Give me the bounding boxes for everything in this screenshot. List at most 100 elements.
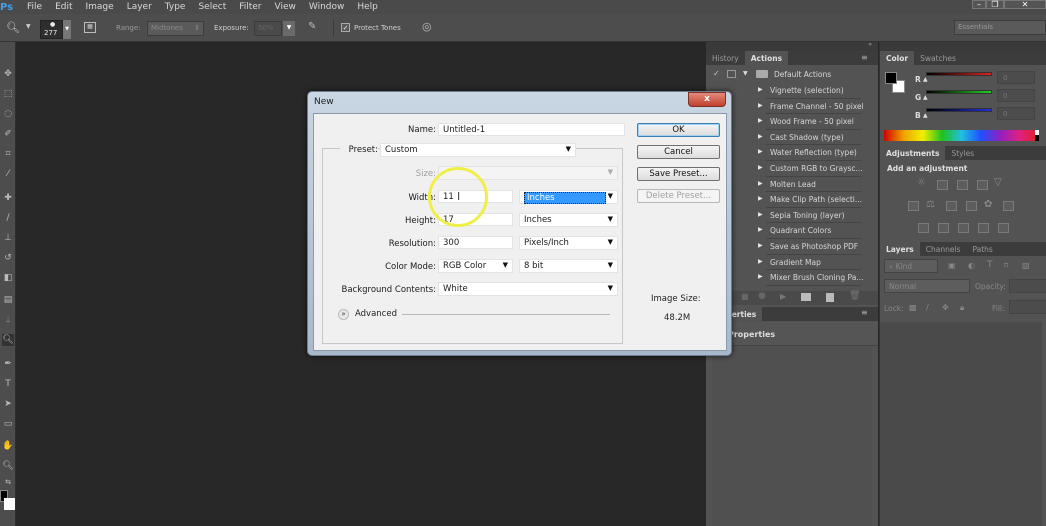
move-tool-icon[interactable]: ✥ (2, 68, 14, 80)
menu-edit[interactable]: Edit (55, 2, 72, 12)
expand-right-icon[interactable]: ▶ (758, 117, 763, 124)
fill-input[interactable] (1009, 300, 1046, 314)
pressure-icon[interactable]: ◎ (422, 20, 432, 33)
sponge-tool-icon[interactable]: 🔍︎ (6, 21, 20, 34)
new-action-icon[interactable] (826, 293, 834, 302)
menu-type[interactable]: Type (165, 2, 186, 12)
ok-button[interactable]: OK (637, 123, 720, 137)
delete-icon[interactable]: 🗑︎ (849, 291, 860, 301)
collapse-panels-icon[interactable]: » (868, 41, 872, 48)
marquee-tool-icon[interactable]: ⬚ (2, 88, 14, 100)
advanced-expand-icon[interactable]: » (338, 309, 349, 320)
slider-handle-icon[interactable]: ▲ (923, 94, 928, 101)
close-window-button[interactable]: ✕ (1004, 0, 1046, 9)
background-contents-select[interactable]: White ▼ (438, 282, 618, 296)
tab-layers[interactable]: Layers (880, 242, 920, 256)
hue-saturation-icon[interactable] (908, 201, 919, 211)
resolution-input[interactable]: 300 (438, 236, 513, 249)
action-set-default[interactable]: ✓ ▼ Default Actions (706, 67, 861, 83)
color-mode-select[interactable]: RGB Color ▼ (438, 259, 513, 273)
color-balance-icon[interactable]: ⚖ (926, 199, 935, 210)
cancel-button[interactable]: Cancel (637, 145, 720, 159)
stop-icon[interactable]: ■ (741, 292, 749, 301)
filter-adjustment-icon[interactable]: ◐ (968, 261, 975, 270)
workspace-select[interactable]: Essentials (954, 20, 1046, 35)
levels-icon[interactable] (937, 180, 948, 190)
new-set-folder-icon[interactable] (801, 293, 811, 301)
brightness-contrast-icon[interactable]: ☼ (917, 177, 926, 188)
menu-layer[interactable]: Layer (127, 2, 152, 12)
channel-value-input[interactable]: 0 (997, 89, 1035, 102)
posterize-icon[interactable] (938, 223, 949, 233)
dodge-tool-icon[interactable]: 🔍︎ (2, 334, 14, 346)
brush-panel-icon[interactable]: ▦ (84, 22, 96, 33)
eraser-tool-icon[interactable]: ◧ (2, 272, 14, 284)
channel-slider[interactable] (926, 72, 992, 76)
dialog-close-button[interactable]: x (688, 92, 726, 107)
black-white-icon[interactable] (946, 201, 957, 211)
slider-handle-icon[interactable]: ▲ (923, 76, 928, 83)
advanced-label[interactable]: Advanced (355, 309, 397, 319)
blur-tool-icon[interactable]: 💧︎ (2, 314, 14, 326)
expand-right-icon[interactable]: ▶ (758, 242, 763, 249)
spectrum-black[interactable] (1035, 135, 1039, 141)
color-spectrum-bar[interactable] (884, 130, 1039, 141)
channel-value-input[interactable]: 0 (997, 107, 1035, 120)
photo-filter-icon[interactable] (966, 201, 977, 211)
invert-icon[interactable] (918, 223, 929, 233)
channel-slider[interactable] (926, 108, 992, 112)
exposure-dropdown[interactable]: ▼ (283, 21, 295, 36)
checkmark-icon[interactable]: ✓ (713, 69, 720, 78)
expand-right-icon[interactable]: ▶ (758, 86, 763, 93)
record-icon[interactable]: ● (758, 291, 766, 301)
history-brush-tool-icon[interactable]: ↺ (2, 252, 14, 264)
eyedropper-tool-icon[interactable]: ⁄ (2, 168, 14, 180)
expand-right-icon[interactable]: ▶ (758, 102, 763, 109)
airbrush-icon[interactable]: ✎ (308, 21, 316, 32)
menu-filter[interactable]: Filter (239, 2, 261, 12)
threshold-icon[interactable] (958, 223, 969, 233)
channel-mixer-icon[interactable]: ✿ (984, 199, 992, 210)
play-icon[interactable]: ▶ (780, 292, 786, 301)
expand-right-icon[interactable]: ▶ (758, 180, 763, 187)
expand-right-icon[interactable]: ▶ (758, 195, 763, 202)
exposure-icon[interactable] (977, 180, 988, 190)
brush-size-picker[interactable]: ● 277 (40, 20, 63, 39)
background-color-swatch[interactable] (4, 498, 15, 510)
width-unit-select[interactable]: Inches ▼ (519, 190, 618, 204)
expand-right-icon[interactable]: ▶ (758, 258, 763, 265)
exposure-input[interactable]: 50% (254, 21, 282, 36)
hand-tool-icon[interactable]: ✋ (2, 440, 14, 452)
selective-color-icon[interactable] (978, 223, 989, 233)
menu-window[interactable]: Window (309, 2, 345, 12)
range-select[interactable]: Midtones ⇕ (147, 21, 204, 36)
bit-depth-select[interactable]: 8 bit ▼ (519, 259, 618, 273)
path-select-tool-icon[interactable]: ➤ (2, 398, 14, 410)
color-lookup-icon[interactable] (1003, 201, 1014, 211)
filter-smart-object-icon[interactable]: ▨ (1022, 261, 1030, 270)
tab-swatches[interactable]: Swatches (914, 51, 962, 65)
brush-tool-icon[interactable]: / (2, 212, 14, 224)
expand-right-icon[interactable]: ▶ (758, 226, 763, 233)
quick-select-tool-icon[interactable]: ✐ (2, 128, 14, 140)
menu-help[interactable]: Help (357, 2, 378, 12)
resolution-unit-select[interactable]: Pixels/Inch ▼ (519, 236, 618, 250)
menu-image[interactable]: Image (86, 2, 114, 12)
lock-all-icon[interactable]: 🔒︎ (960, 303, 964, 313)
opacity-input[interactable] (1009, 279, 1046, 293)
blend-mode-select[interactable]: Normal (884, 279, 970, 293)
swap-colors-icon[interactable]: ⇆ (2, 476, 14, 488)
brush-size-dropdown[interactable]: ▼ (63, 20, 71, 39)
panel-menu-icon[interactable]: ≡ (861, 53, 868, 62)
tab-actions[interactable]: Actions (744, 51, 789, 65)
expand-right-icon[interactable]: ▶ (758, 133, 763, 140)
tab-history[interactable]: History (706, 51, 745, 65)
save-preset-button[interactable]: Save Preset... (637, 167, 720, 181)
filter-pixel-icon[interactable]: ▣ (948, 261, 956, 270)
channel-value-input[interactable]: 0 (997, 71, 1035, 84)
minimize-button[interactable]: – (972, 0, 986, 9)
type-tool-icon[interactable]: T (2, 378, 14, 390)
shape-tool-icon[interactable]: ▭ (2, 418, 14, 430)
expand-right-icon[interactable]: ▶ (758, 211, 763, 218)
layer-filter-kind[interactable]: ⌕ Kind (884, 259, 938, 273)
